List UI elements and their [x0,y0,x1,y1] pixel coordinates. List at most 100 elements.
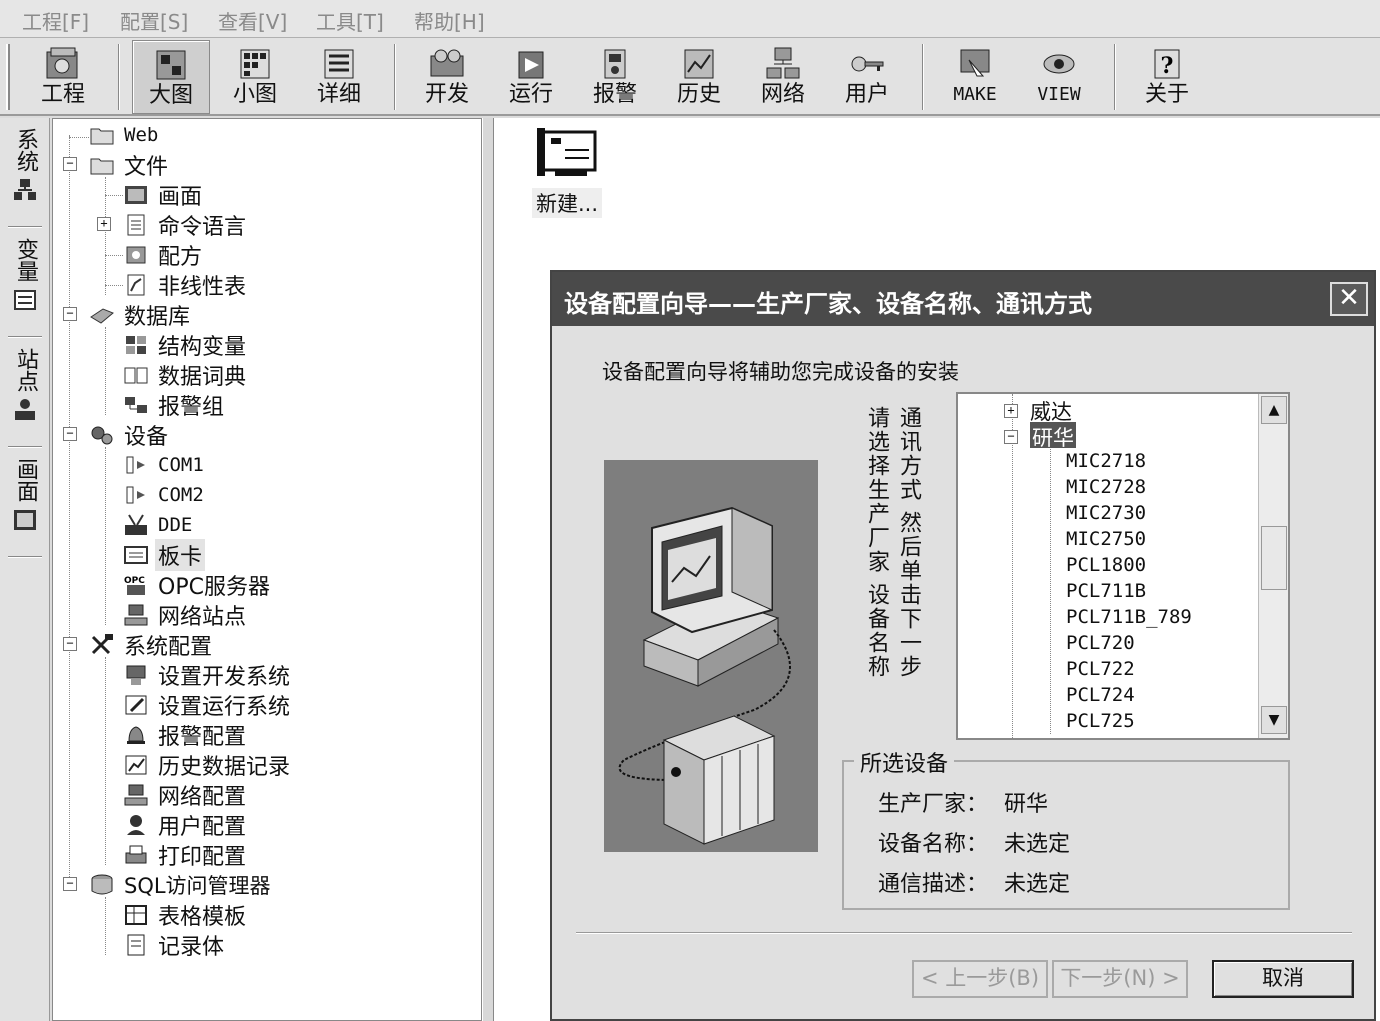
list-scrollbar[interactable]: ▲ ▼ [1258,394,1288,738]
tree-node-data-dictionary[interactable]: 数据词典 [123,361,249,390]
new-board-item[interactable]: 新建... [524,126,610,218]
toolbar-alarm-button[interactable]: 报警 [576,40,654,114]
prev-button[interactable]: < 上一步(B) [912,960,1048,998]
toolbar-history-button[interactable]: 历史 [660,40,738,114]
instruction-text-right: 通讯方式 然后单击下一步 [896,406,921,679]
side-tab-system[interactable]: 系统 [6,128,44,202]
toolbar-network-button[interactable]: 网络 [744,40,822,114]
collapse-toggle[interactable]: − [63,427,77,441]
toolbar-label: 工程 [40,82,85,107]
history-record-icon [125,755,147,775]
tree-node-history-record[interactable]: 历史数据记录 [123,751,293,780]
tree-node-database[interactable]: 数据库 [89,301,193,330]
device-item[interactable]: PCL720 [1066,632,1135,658]
menu-tools[interactable]: 工具[T] [316,6,384,35]
toolbar-small-icons-button[interactable]: 小图 [216,40,294,114]
tree-node-dev-system[interactable]: 设置开发系统 [123,661,293,690]
expand-toggle[interactable]: + [1004,404,1018,418]
tree-node-network-config[interactable]: 网络配置 [123,781,249,810]
tree-node-com1[interactable]: COM1 [123,451,207,479]
device-item[interactable]: MIC2718 [1066,450,1146,476]
tree-node-web[interactable]: Web [89,121,161,149]
menu-help[interactable]: 帮助[H] [414,6,485,35]
tree-label: 系统配置 [124,635,213,660]
tree-label: COM1 [158,454,204,476]
tree-node-network-station[interactable]: 网络站点 [123,601,249,630]
tree-node-alarm-config[interactable]: 报警配置 [123,721,249,750]
tree-line [105,897,106,955]
side-tab-label: 系统 [13,128,38,172]
toolbar-view-button[interactable]: VIEW [1020,40,1098,114]
side-tab-stations[interactable]: 站点 [6,348,44,422]
network-icon [766,47,800,79]
recipe-icon [126,246,146,264]
collapse-toggle[interactable]: − [63,637,77,651]
expand-toggle[interactable]: + [97,217,111,231]
toolbar-about-button[interactable]: ? 关于 [1128,40,1206,114]
tree-node-alarm-group[interactable]: 报警组 [123,391,227,420]
collapse-toggle[interactable]: − [63,157,77,171]
toolbar-grip[interactable] [6,44,10,110]
vendor-advantech[interactable]: 研华 [1030,422,1076,450]
tree-node-print-config[interactable]: 打印配置 [123,841,249,870]
tree-node-picture[interactable]: 画面 [123,181,205,210]
tree-node-opc-server[interactable]: OPC OPC服务器 [123,571,273,600]
toolbar-user-button[interactable]: 用户 [828,40,906,114]
side-tab-label: 画面 [13,458,38,502]
device-item[interactable]: PCL711B_789 [1066,606,1192,632]
device-item[interactable]: PCL724 [1066,684,1135,710]
device-tree-list[interactable]: + 威达 − 研华 MIC2718 MIC2728 MIC2730 MIC275… [956,392,1290,740]
tree-node-command-language[interactable]: 命令语言 [123,211,249,240]
collapse-toggle[interactable]: − [63,307,77,321]
collapse-toggle[interactable]: − [63,877,77,891]
menu-project[interactable]: 工程[F] [22,6,89,35]
device-item[interactable]: MIC2730 [1066,502,1146,528]
tree-node-com2[interactable]: COM2 [123,481,207,509]
tree-node-file[interactable]: 文件 [89,151,171,180]
scroll-down-button[interactable]: ▼ [1261,706,1287,734]
device-item[interactable]: PCL722 [1066,658,1135,684]
side-tab-variables[interactable]: 变量 [6,238,44,312]
scroll-thumb[interactable] [1261,526,1287,590]
tree-node-user-config[interactable]: 用户配置 [123,811,249,840]
tools-icon [91,634,113,655]
toolbar-run-button[interactable]: 运行 [492,40,570,114]
tree-node-run-system[interactable]: 设置运行系统 [123,691,293,720]
tree-node-table-template[interactable]: 表格模板 [123,901,249,930]
selected-device-group: 所选设备 生产厂家： 研华 设备名称： 未选定 通信描述： 未选定 [842,746,1290,910]
menu-config[interactable]: 配置[S] [120,6,188,35]
device-item[interactable]: MIC2728 [1066,476,1146,502]
collapse-toggle[interactable]: − [1004,430,1018,444]
tree-node-device[interactable]: 设备 [89,421,171,450]
tree-node-struct-variable[interactable]: 结构变量 [123,331,249,360]
tree-node-nonlinear-table[interactable]: 非线性表 [123,271,249,300]
device-item[interactable]: PCL1800 [1066,554,1146,580]
tree-node-recipe[interactable]: 配方 [123,241,205,270]
cancel-button[interactable]: 取消 [1212,960,1354,998]
scroll-up-button[interactable]: ▲ [1261,396,1287,424]
next-button[interactable]: 下一步(N) > [1052,960,1188,998]
tree-node-system-config[interactable]: 系统配置 [89,631,215,660]
side-tab-screens[interactable]: 画面 [6,458,44,532]
toolbar-project-button[interactable]: 工程 [24,40,102,114]
tree-node-record-set[interactable]: 记录体 [123,931,227,960]
serial-port-icon [126,456,145,474]
chevron-down-icon: ▼ [1268,712,1280,728]
toolbar-details-button[interactable]: 详细 [300,40,378,114]
device-item[interactable]: PCL711B [1066,580,1146,606]
device-item[interactable]: PCL725 [1066,710,1135,736]
panel-splitter[interactable] [482,118,494,1021]
vendor-weida[interactable]: 威达 [1030,396,1072,424]
toolbar-large-icons-button[interactable]: 大图 [132,40,210,114]
device-item[interactable]: MIC2750 [1066,528,1146,554]
close-icon: ✕ [1338,283,1360,313]
toolbar-develop-button[interactable]: 开发 [408,40,486,114]
toolbar-make-button[interactable]: MAKE [936,40,1014,114]
tree-node-dde[interactable]: DDE [123,511,195,539]
menu-view[interactable]: 查看[V] [218,6,287,35]
tree-node-board[interactable]: 板卡 [123,539,206,571]
tree-node-sql-manager[interactable]: SQL访问管理器 [89,871,274,899]
computer-device-illustration [604,460,818,852]
close-button[interactable]: ✕ [1330,282,1368,316]
new-item-label: 新建... [531,188,603,218]
